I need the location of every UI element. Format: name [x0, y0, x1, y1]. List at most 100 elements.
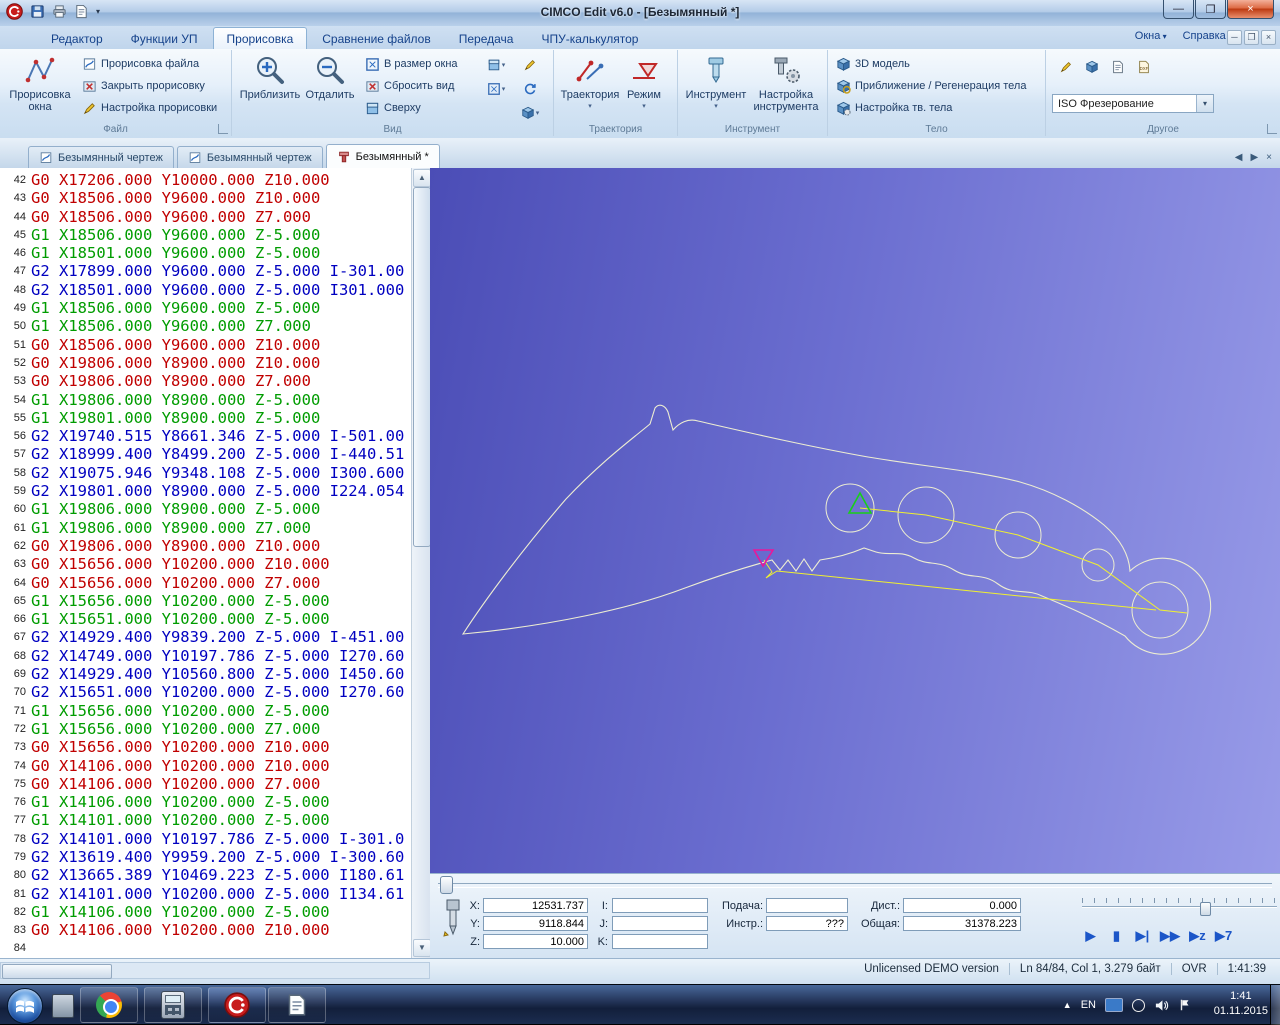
help-menu[interactable]: Справка — [1183, 30, 1232, 42]
overwrite-mode-label: OVR — [1170, 963, 1217, 975]
taskbar-calculator-button[interactable] — [144, 987, 202, 1023]
simulation-progress-track[interactable] — [438, 883, 1272, 888]
edit-view-button[interactable] — [518, 54, 542, 76]
pinned-app-icon[interactable] — [52, 994, 74, 1018]
scrollbar-thumb[interactable] — [413, 187, 431, 547]
volume-icon[interactable] — [1154, 998, 1169, 1013]
tool-button[interactable]: Инструмент — [684, 52, 748, 113]
stop-button[interactable]: ▮ — [1108, 926, 1125, 946]
tab-close-icon[interactable]: × — [1266, 152, 1272, 163]
gcode-text: G0 X18506.000 Y9600.000 Z10.000 — [31, 189, 321, 208]
view-projection-button[interactable] — [484, 78, 508, 100]
play-button[interactable]: ▶ — [1082, 926, 1099, 946]
ribbon-tab-передача[interactable]: Передача — [446, 28, 527, 49]
rotate-view-button[interactable] — [518, 78, 542, 100]
taskbar-cimco-button[interactable] — [208, 987, 266, 1023]
code-line: 54 G1 X19806.000 Y8900.000 Z-5.000 — [0, 391, 411, 409]
minimize-button[interactable]: — — [1163, 0, 1194, 19]
code-line: 56 G2 X19740.515 Y8661.346 Z-5.000 I-501.… — [0, 427, 411, 445]
backplot-file-button[interactable]: Прорисовка файла — [82, 54, 199, 74]
other-group-launcher[interactable] — [1267, 124, 1277, 134]
x-value-field[interactable]: 12531.737 — [483, 898, 588, 913]
backplot-window-button[interactable]: Прорисовка окна — [4, 52, 76, 113]
i-value-field[interactable] — [612, 898, 708, 913]
show-desktop-button[interactable] — [1270, 985, 1280, 1025]
taskbar-chrome-button[interactable] — [80, 987, 138, 1023]
fast-forward-button[interactable]: ▶▶ — [1160, 926, 1180, 946]
k-value-field[interactable] — [612, 934, 708, 949]
ribbon-tab-чпу-калькулятор[interactable]: ЧПУ-калькулятор — [528, 28, 651, 49]
tool-setup-button[interactable]: Настройка инструмента — [750, 52, 822, 113]
windows-menu[interactable]: Окна — [1135, 30, 1167, 42]
hscroll-thumb[interactable] — [2, 964, 112, 979]
scroll-up-icon[interactable]: ▲ — [413, 169, 431, 187]
export-dxf-button[interactable] — [1132, 56, 1156, 78]
simulation-speed-slider[interactable] — [1082, 898, 1277, 916]
close-button[interactable]: × — [1227, 0, 1274, 19]
zoom-in-button[interactable]: Приблизить — [238, 52, 302, 101]
mdi-restore-button[interactable]: ❐ — [1244, 30, 1259, 45]
step-button[interactable]: ▶| — [1134, 926, 1151, 946]
view-preset-button[interactable] — [484, 54, 508, 76]
start-button[interactable] — [7, 988, 43, 1024]
dropdown-arrow-icon[interactable]: ▾ — [1196, 95, 1213, 112]
action-center-flag-icon[interactable] — [1178, 998, 1192, 1012]
distance-field[interactable]: 0.000 — [903, 898, 1021, 913]
fit-to-window-button[interactable]: В размер окна — [365, 54, 458, 74]
close-backplot-button[interactable]: Закрыть прорисовку — [82, 76, 205, 96]
machine-type-dropdown[interactable]: ISO Фрезерование ▾ — [1052, 94, 1214, 113]
speed-thumb[interactable] — [1200, 902, 1211, 916]
hidden-icons-arrow[interactable]: ▲ — [1063, 1000, 1072, 1010]
simulation-progress-thumb[interactable] — [440, 876, 453, 894]
tab-strip-nav: ◀ ▶ × — [1235, 152, 1272, 163]
document-tab-3[interactable]: Безымянный * — [325, 144, 440, 168]
mode-button[interactable]: Режим — [616, 52, 672, 113]
tool-number-field[interactable]: ??? — [766, 916, 848, 931]
ribbon-tab-сравнение-файлов[interactable]: Сравнение файлов — [309, 28, 443, 49]
update-status-icon[interactable] — [1132, 998, 1145, 1012]
view-3d-button[interactable] — [518, 102, 542, 124]
tab-scroll-right-icon[interactable]: ▶ — [1250, 152, 1258, 163]
z-value-field[interactable]: 10.000 — [483, 934, 588, 949]
keyboard-layout-icon[interactable] — [1105, 998, 1123, 1012]
backplot-settings-button[interactable]: Настройка прорисовки — [82, 98, 217, 118]
reset-view-button[interactable]: Сбросить вид — [365, 76, 454, 96]
file-group-launcher[interactable] — [218, 124, 228, 134]
language-indicator[interactable]: EN — [1081, 999, 1096, 1011]
total-field[interactable]: 31378.223 — [903, 916, 1021, 931]
run-to-tool-button[interactable]: ▶7 — [1215, 926, 1232, 946]
top-view-button[interactable]: Сверху — [365, 98, 421, 118]
solid-view-button[interactable] — [1080, 56, 1104, 78]
rapid-move-path — [859, 507, 1188, 614]
code-line: 62 G0 X19806.000 Y8900.000 Z10.000 — [0, 537, 411, 555]
toolpath-canvas — [461, 404, 1212, 655]
mdi-close-button[interactable]: × — [1261, 30, 1276, 45]
taskbar-clock[interactable]: 1:41 01.11.2015 — [1214, 989, 1268, 1019]
zoom-out-button[interactable]: Отдалить — [298, 52, 362, 101]
editor-vertical-scrollbar[interactable]: ▲ ▼ — [411, 168, 431, 958]
ribbon-tab-функции-уп[interactable]: Функции УП — [118, 28, 211, 49]
report-button[interactable] — [1106, 56, 1130, 78]
taskbar-explorer-button[interactable] — [268, 987, 326, 1023]
ribbon-group-view: Приблизить Отдалить В размер окна Сброси… — [232, 50, 554, 136]
export-plot-button[interactable] — [1054, 56, 1078, 78]
document-tab-1[interactable]: Безымянный чертеж — [28, 146, 174, 168]
backplot-view[interactable] — [430, 168, 1280, 873]
feed-value-field[interactable] — [766, 898, 848, 913]
j-value-field[interactable] — [612, 916, 708, 931]
tab-scroll-left-icon[interactable]: ◀ — [1235, 152, 1243, 163]
ribbon-tab-прорисовка[interactable]: Прорисовка — [212, 27, 308, 49]
toolpath-button[interactable]: Траектория — [558, 52, 622, 113]
ribbon-tab-редактор[interactable]: Редактор — [38, 28, 116, 49]
editor-horizontal-scrollbar[interactable] — [0, 962, 430, 979]
solid-3d-model-button[interactable]: 3D модель — [836, 54, 910, 74]
maximize-button[interactable]: ❐ — [1195, 0, 1226, 19]
scroll-down-icon[interactable]: ▼ — [413, 939, 431, 957]
solid-regen-button[interactable]: Приближение / Регенерация тела — [836, 76, 1026, 96]
solid-settings-button[interactable]: Настройка тв. тела — [836, 98, 952, 118]
run-to-z-button[interactable]: ▶z — [1189, 926, 1206, 946]
document-tab-2[interactable]: Безымянный чертеж — [176, 146, 323, 168]
gcode-editor[interactable]: 42 G0 X17206.000 Y10000.000 Z10.000 43 G0 X… — [0, 168, 411, 958]
mdi-minimize-button[interactable]: ─ — [1227, 30, 1242, 45]
y-value-field[interactable]: 9118.844 — [483, 916, 588, 931]
